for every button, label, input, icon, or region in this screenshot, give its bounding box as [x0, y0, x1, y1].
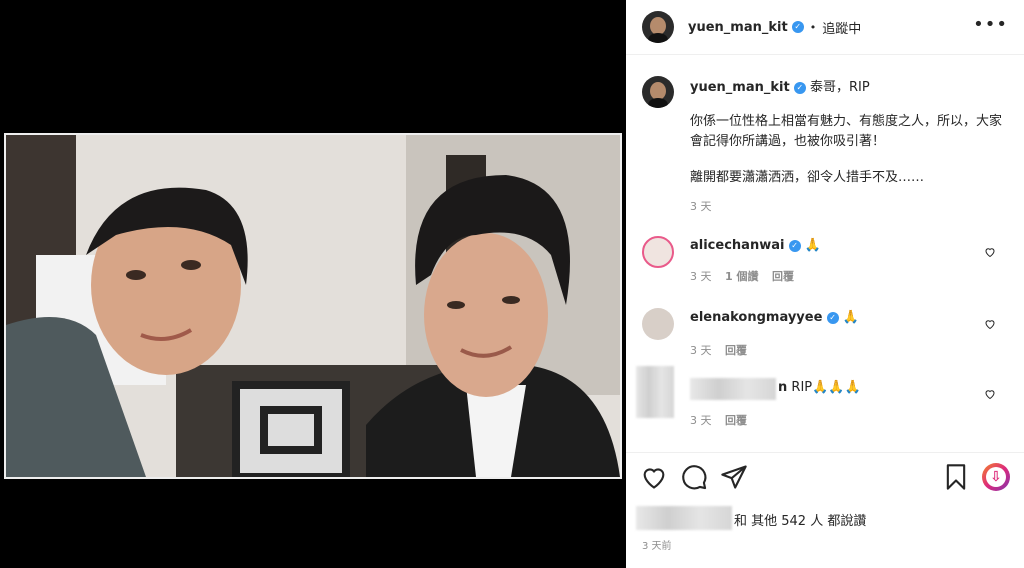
caption-body-1: 你係一位性格上相當有魅力、有態度之人，所以，大家會記得你所講過，也被你吸引著！: [690, 114, 1003, 149]
comment-icon[interactable]: [680, 463, 708, 491]
bookmark-icon[interactable]: [942, 463, 970, 491]
post-side-panel: yuen_man_kit ✓ • 追蹤中 ••• yuen_man_kit ✓ …: [626, 0, 1024, 568]
header-separator: •: [809, 20, 817, 34]
download-icon[interactable]: ⇩: [982, 463, 1010, 491]
post-photo[interactable]: [4, 133, 622, 479]
comment-text: RIP🙏🙏🙏: [791, 380, 861, 395]
caption-avatar[interactable]: [642, 76, 674, 108]
comment-time: 3 天: [690, 270, 712, 283]
blurred-username: [690, 378, 776, 400]
post-header: yuen_man_kit ✓ • 追蹤中 •••: [626, 0, 1024, 55]
caption-username[interactable]: yuen_man_kit: [690, 80, 790, 95]
blurred-liker: [636, 506, 732, 530]
likes-text[interactable]: 和 其他 542 人 都說讚: [734, 510, 866, 529]
comment-username[interactable]: alicechanwai: [690, 238, 784, 253]
send-icon[interactable]: [720, 463, 748, 491]
reply-button[interactable]: 回覆: [772, 270, 794, 283]
comment-item: n RIP🙏🙏🙏 3 天 回覆: [636, 366, 1008, 430]
comment-item: elenakongmayyee ✓ 🙏 3 天 回覆: [642, 306, 1008, 358]
avatar[interactable]: [642, 236, 674, 268]
action-bar: ⇩: [626, 452, 1024, 503]
heart-icon[interactable]: [984, 246, 996, 258]
verified-icon: ✓: [793, 81, 806, 94]
caption-title: 泰哥，RIP: [809, 80, 870, 95]
verified-icon: ✓: [788, 239, 801, 252]
follow-status[interactable]: 追蹤中: [822, 18, 861, 37]
comment-time: 3 天: [690, 414, 712, 427]
verified-icon: ✓: [826, 311, 839, 324]
caption-block: yuen_man_kit ✓ 泰哥，RIP: [690, 78, 1010, 98]
post-media: [0, 0, 626, 568]
reply-button[interactable]: 回覆: [725, 414, 747, 427]
caption-body-2: 離開都要瀟瀟洒洒，卻令人措手不及……: [690, 170, 925, 185]
photo-illustration: [6, 135, 620, 477]
heart-icon[interactable]: [984, 318, 996, 330]
verified-icon: ✓: [791, 21, 804, 33]
avatar[interactable]: [642, 308, 674, 340]
reply-button[interactable]: 回覆: [725, 344, 747, 357]
comment-likes[interactable]: 1 個讚: [725, 270, 758, 283]
comment-text: 🙏: [804, 238, 821, 253]
blurred-avatar: [636, 366, 674, 418]
comment-username-suffix[interactable]: n: [778, 380, 787, 395]
comment-item: alicechanwai ✓ 🙏 3 天 1 個讚 回覆: [642, 234, 1008, 286]
heart-icon[interactable]: [984, 388, 996, 400]
avatar[interactable]: [642, 11, 674, 43]
post-time: 3 天前: [642, 541, 672, 552]
comment-text: 🙏: [842, 310, 859, 325]
caption-time: 3 天: [690, 200, 712, 213]
header-username[interactable]: yuen_man_kit: [688, 20, 788, 35]
heart-icon[interactable]: [640, 463, 668, 491]
comment-username[interactable]: elenakongmayyee: [690, 310, 822, 325]
more-horizontal-icon[interactable]: •••: [973, 16, 1008, 34]
comment-time: 3 天: [690, 344, 712, 357]
